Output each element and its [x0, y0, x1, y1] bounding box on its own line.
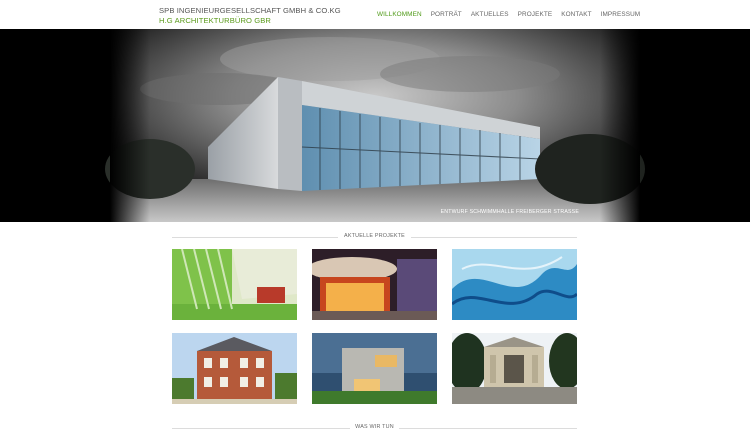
main-navigation: WILLKOMMEN PORTRÄT AKTUELLES PROJEKTE KO… [377, 11, 649, 18]
project-thumbnail-5[interactable] [312, 333, 437, 404]
project-thumbnail-1[interactable] [172, 249, 297, 320]
project-thumbnail-6[interactable] [452, 333, 577, 404]
hero-caption: ENTWURF SCHWIMMHALLE FREIBERGER STRASSE [440, 209, 579, 215]
projects-heading-text: AKTUELLE PROJEKTE [339, 233, 410, 239]
company-logo[interactable]: SPB INGENIEURGESELLSCHAFT GMBH & CO.KG H… [159, 6, 341, 25]
project-thumbnail-3[interactable] [452, 249, 577, 320]
services-section-heading: WAS WIR TUN [172, 423, 577, 433]
nav-item-projekte[interactable]: PROJEKTE [518, 11, 553, 18]
project-thumbnail-4[interactable] [172, 333, 297, 404]
logo-company-name: SPB INGENIEURGESELLSCHAFT GMBH & CO.KG [159, 6, 341, 15]
nav-item-willkommen[interactable]: WILLKOMMEN [377, 11, 422, 18]
nav-item-aktuelles[interactable]: AKTUELLES [471, 11, 509, 18]
services-heading-text: WAS WIR TUN [350, 424, 399, 430]
nav-item-kontakt[interactable]: KONTAKT [561, 11, 591, 18]
project-thumbnail-2[interactable] [312, 249, 437, 320]
nav-item-portraet[interactable]: PORTRÄT [431, 11, 462, 18]
projects-section-heading: AKTUELLE PROJEKTE [172, 232, 577, 242]
site-header: SPB INGENIEURGESELLSCHAFT GMBH & CO.KG H… [0, 0, 750, 29]
hero-banner: ENTWURF SCHWIMMHALLE FREIBERGER STRASSE [0, 29, 750, 222]
nav-item-impressum[interactable]: IMPRESSUM [601, 11, 641, 18]
hero-image [105, 29, 645, 222]
logo-architect-name: H.G ARCHITEKTURBÜRO GBR [159, 16, 271, 25]
